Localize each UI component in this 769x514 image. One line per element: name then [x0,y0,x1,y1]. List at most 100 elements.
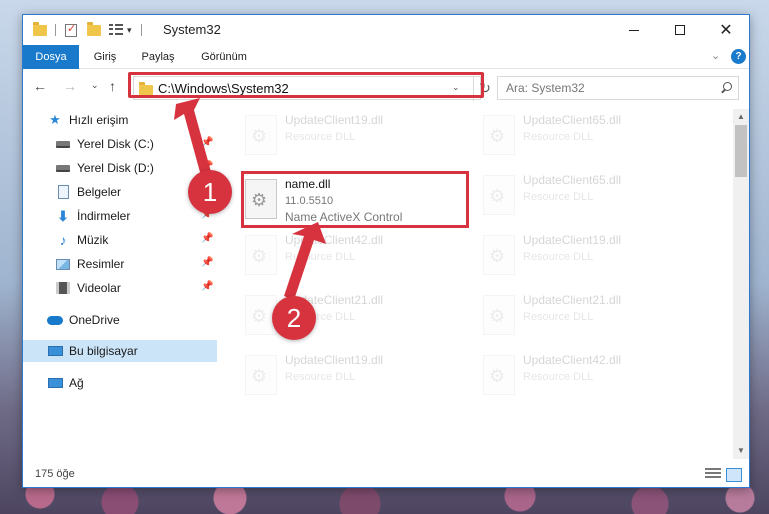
file-type: Resource DLL [523,191,594,203]
sidebar-item-label: Belgeler [77,185,122,199]
search-icon[interactable] [718,80,734,96]
scrollbar-thumb[interactable] [735,125,747,177]
sidebar-item-network[interactable]: Ağ [23,372,217,394]
sidebar-item-local-disk-d[interactable]: Yerel Disk (D:) 📌 [23,157,217,179]
tab-dosya[interactable]: Dosya [23,45,79,69]
up-arrow-icon[interactable]: ↑ [109,78,116,94]
sidebar-item-videos[interactable]: Videolar 📌 [23,277,217,299]
navigation-pane: ★ Hızlı erişim Yerel Disk (C:) 📌 Yerel D… [23,109,219,459]
item-count: 175 öğe [35,468,75,480]
list-item[interactable]: UpdateClient19.dll Resource DLL [475,229,705,285]
file-type: Resource DLL [523,251,594,263]
file-name: UpdateClient19.dll [523,233,622,247]
sidebar-item-quick-access[interactable]: ★ Hızlı erişim [23,109,217,131]
scroll-down-icon[interactable]: ▼ [733,443,749,459]
properties-icon[interactable] [65,22,77,38]
close-button[interactable]: ✕ [703,15,749,45]
minimize-button[interactable] [611,15,657,45]
sidebar-item-label: Yerel Disk (D:) [77,161,154,175]
step-2-badge: 2 [272,296,316,340]
dll-file-icon [245,115,277,155]
folder-icon [33,21,47,38]
dll-file-icon [245,355,277,395]
list-item[interactable]: UpdateClient19.dll Resource DLL [237,349,467,405]
file-name: UpdateClient65.dll [523,173,622,187]
sidebar-item-music[interactable]: ♪ Müzik 📌 [23,229,217,251]
back-arrow-icon[interactable]: ← [33,78,47,94]
dll-file-icon [483,295,515,335]
step-1-badge: 1 [188,170,232,214]
file-type: Resource DLL [523,131,594,143]
list-item[interactable]: UpdateClient65.dll Resource DLL [475,109,705,165]
onedrive-icon [47,313,63,327]
file-name: UpdateClient21.dll [523,293,622,307]
file-highlight [241,171,469,228]
pin-icon[interactable]: 📌 [201,233,213,244]
sidebar-item-downloads[interactable]: ⬇ İndirmeler 📌 [23,205,217,227]
toolbar-separator [141,24,142,36]
sidebar-item-label: Yerel Disk (C:) [77,137,154,151]
tab-paylas[interactable]: Paylaş [131,45,185,69]
drive-icon [55,161,71,175]
music-icon: ♪ [59,232,67,248]
file-type: Resource DLL [285,371,356,383]
customize-toolbar-caret[interactable]: ▾ [127,22,132,38]
drive-icon [55,137,71,151]
file-type: Resource DLL [523,311,594,323]
maximize-button[interactable] [657,15,703,45]
file-name: UpdateClient42.dll [523,353,622,367]
list-item[interactable]: UpdateClient65.dll Resource DLL [475,169,705,225]
tab-giris[interactable]: Giriş [83,45,127,69]
sidebar-item-local-disk-c[interactable]: Yerel Disk (C:) 📌 [23,133,217,155]
title-bar: ▾ System32 ✕ [23,15,749,45]
dll-file-icon [483,355,515,395]
search-box[interactable] [497,76,739,100]
tab-gorunum[interactable]: Görünüm [191,45,257,69]
file-list: UpdateClient19.dll Resource DLL name.dll… [227,109,733,459]
sidebar-item-label: İndirmeler [77,209,131,223]
dll-file-icon [483,235,515,275]
sidebar-item-label: Resimler [77,257,125,271]
pin-icon[interactable]: 📌 [201,257,213,268]
vertical-scrollbar[interactable]: ▲ ▼ [733,109,749,459]
file-name: UpdateClient65.dll [523,113,622,127]
status-bar: 175 öğe [23,463,749,487]
list-item[interactable]: UpdateClient42.dll Resource DLL [475,349,705,405]
list-item[interactable]: UpdateClient21.dll Resource DLL [475,289,705,345]
tiles-view-icon[interactable] [726,468,742,482]
dll-file-icon [483,175,515,215]
sidebar-item-label: OneDrive [69,313,120,327]
file-type: Resource DLL [523,371,594,383]
file-name: UpdateClient19.dll [285,113,384,127]
recent-locations-icon[interactable]: ⌄ [91,80,99,91]
documents-icon [55,185,71,199]
file-type: Resource DLL [285,251,356,263]
sidebar-item-onedrive[interactable]: OneDrive [23,309,217,331]
pin-icon[interactable]: 📌 [201,281,213,292]
details-view-icon[interactable] [705,468,721,482]
dll-file-icon [483,115,515,155]
network-icon [47,376,63,390]
ribbon-tabs: Dosya Giriş Paylaş Görünüm ⌄ ? [23,45,749,69]
window-title: System32 [163,22,221,37]
star-icon: ★ [49,112,61,127]
sidebar-item-this-pc[interactable]: Bu bilgisayar [23,340,217,362]
search-input[interactable] [498,77,708,99]
file-name: UpdateClient42.dll [285,233,384,247]
toolbar-separator [55,24,56,36]
address-bar-highlight [128,72,484,98]
sidebar-item-label: Hızlı erişim [69,113,129,127]
sidebar-item-label: Müzik [77,233,109,247]
scroll-up-icon[interactable]: ▲ [733,109,749,125]
list-item[interactable]: UpdateClient42.dll Resource DLL [237,229,467,285]
dll-file-icon [245,235,277,275]
sidebar-item-pictures[interactable]: Resimler 📌 [23,253,217,275]
list-item[interactable]: UpdateClient19.dll Resource DLL [237,109,467,165]
forward-arrow-icon[interactable]: → [63,78,77,94]
new-folder-icon[interactable] [87,21,101,38]
expand-ribbon-icon[interactable]: ⌄ [711,49,720,62]
videos-icon [55,281,71,295]
pin-icon[interactable]: 📌 [201,137,213,148]
help-icon[interactable]: ? [731,49,746,64]
view-options-icon[interactable] [109,22,123,38]
